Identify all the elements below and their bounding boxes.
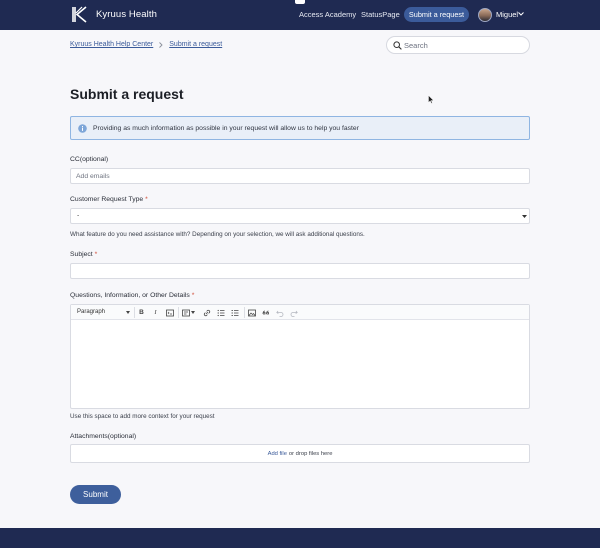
cc-optional-text: (optional) — [79, 156, 109, 163]
required-asterisk: * — [94, 251, 98, 258]
request-type-selected-value: - — [77, 212, 80, 219]
breadcrumb: Kyruus Health Help Center Submit a reque… — [70, 41, 222, 48]
bold-button[interactable]: B — [137, 308, 146, 317]
italic-button[interactable]: I — [151, 308, 160, 317]
search-input[interactable] — [404, 39, 524, 51]
required-asterisk: * — [191, 292, 195, 299]
toolbar-divider — [244, 307, 245, 318]
blockquote-button[interactable] — [261, 308, 270, 317]
nav-submit-request-button[interactable]: Submit a request — [404, 7, 469, 22]
subject-input[interactable] — [76, 267, 521, 276]
cc-field[interactable] — [70, 168, 530, 184]
text-align-button[interactable] — [181, 308, 190, 317]
submit-button[interactable]: Submit — [70, 485, 121, 504]
breadcrumb-current-link[interactable]: Submit a request — [169, 41, 222, 48]
numbered-list-icon — [217, 309, 224, 316]
link-button[interactable] — [202, 308, 211, 317]
bulleted-list-button[interactable] — [230, 308, 239, 317]
caret-down-icon — [126, 311, 130, 314]
code-block-button[interactable] — [165, 308, 174, 317]
subject-label: Subject * — [70, 251, 97, 258]
details-rich-text-editor: Paragraph B I — [70, 304, 530, 409]
chevron-down-icon[interactable] — [518, 12, 524, 16]
search-box[interactable] — [386, 36, 530, 54]
required-asterisk: * — [145, 196, 148, 203]
editor-content-area[interactable] — [71, 321, 529, 408]
paragraph-format-dropdown[interactable]: Paragraph — [74, 307, 130, 318]
brand-name[interactable]: Kyruus Health — [96, 9, 157, 20]
paragraph-format-label: Paragraph — [77, 309, 106, 315]
subject-label-text: Subject — [70, 251, 93, 258]
editor-toolbar: Paragraph B I — [71, 305, 529, 320]
cc-label-text: CC — [70, 156, 80, 163]
text-align-icon — [181, 309, 190, 316]
attachments-label: Attachments(optional) — [70, 433, 136, 440]
toolbar-divider — [134, 307, 135, 318]
drop-files-text: or drop files here — [288, 450, 333, 457]
redo-icon — [290, 310, 298, 317]
attachments-label-text: Attachments — [70, 433, 108, 440]
code-block-icon — [165, 309, 174, 316]
top-header: Kyruus Health Access Academy StatusPage … — [0, 0, 600, 30]
attachments-optional-text: (optional) — [107, 433, 137, 440]
nav-access-academy[interactable]: Access Academy — [299, 10, 356, 19]
toolbar-divider — [178, 307, 179, 318]
add-file-link[interactable]: Add file — [268, 451, 287, 457]
link-icon — [203, 309, 210, 316]
notice-text: Providing as much information as possibl… — [93, 125, 359, 132]
cc-email-input[interactable] — [76, 172, 521, 181]
kyruus-logo-icon[interactable] — [72, 6, 88, 23]
chevron-right-icon — [159, 41, 163, 48]
redo-button[interactable] — [289, 308, 298, 317]
attachments-dropzone[interactable]: Add file or drop files here — [70, 444, 530, 463]
info-icon — [78, 124, 87, 133]
subject-field[interactable] — [70, 263, 530, 279]
details-label: Questions, Information, or Other Details… — [70, 292, 194, 299]
insert-image-button[interactable] — [247, 308, 256, 317]
image-icon — [247, 309, 256, 316]
request-type-help-text: What feature do you need assistance with… — [70, 231, 365, 238]
request-type-select[interactable]: - — [70, 208, 530, 224]
request-type-label: Customer Request Type * — [70, 196, 148, 203]
page-footer — [0, 528, 600, 548]
breadcrumb-home-link[interactable]: Kyruus Health Help Center — [70, 41, 153, 48]
mouse-cursor-icon — [428, 95, 434, 104]
caret-down-icon — [522, 215, 527, 218]
numbered-list-button[interactable] — [216, 308, 225, 317]
undo-icon — [275, 310, 283, 317]
quote-icon — [262, 310, 269, 314]
bulleted-list-icon — [231, 309, 238, 316]
details-label-text: Questions, Information, or Other Details — [70, 292, 190, 299]
search-icon — [393, 41, 402, 50]
user-menu-name[interactable]: Miguel — [496, 10, 518, 19]
avatar[interactable] — [478, 8, 492, 22]
nav-statuspage[interactable]: StatusPage — [361, 10, 400, 19]
caret-down-icon[interactable] — [191, 311, 195, 314]
cc-label: CC(optional) — [70, 156, 108, 163]
info-notice: Providing as much information as possibl… — [70, 116, 530, 140]
top-notch — [295, 0, 305, 4]
request-type-label-text: Customer Request Type — [70, 196, 144, 203]
details-help-text: Use this space to add more context for y… — [70, 413, 215, 420]
page-title: Submit a request — [70, 86, 184, 102]
undo-button[interactable] — [275, 308, 284, 317]
